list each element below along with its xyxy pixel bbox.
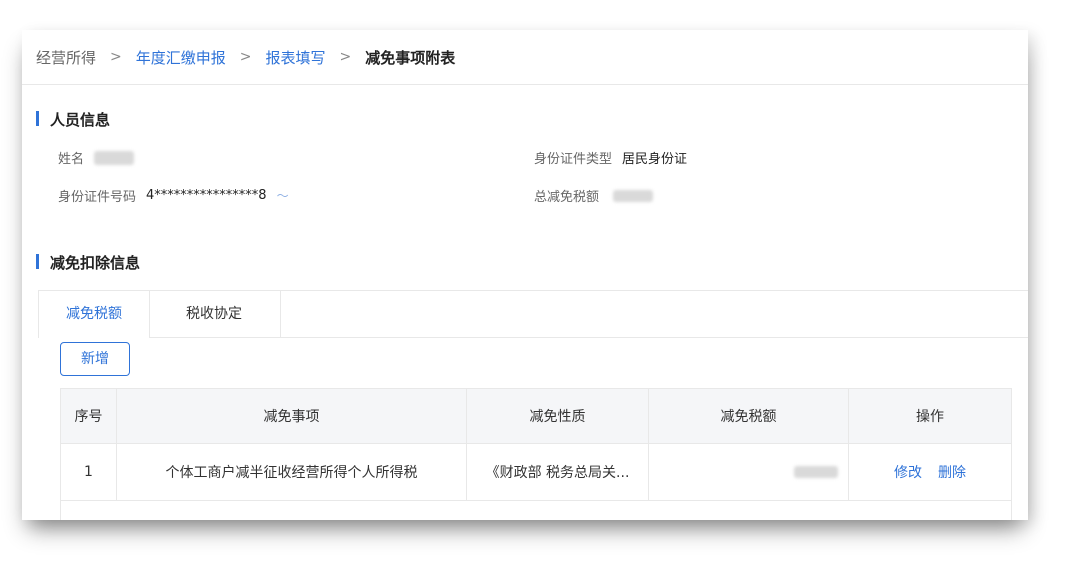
- table-empty-row: [61, 501, 1011, 520]
- id-number-field: 身份证件号码 4****************8 〜: [58, 186, 289, 205]
- cell-item: 个体工商户减半征收经营所得个人所得税: [117, 444, 467, 500]
- add-button[interactable]: 新增: [60, 342, 130, 376]
- column-header-nature: 减免性质: [467, 389, 649, 443]
- reduction-table: 序号 减免事项 减免性质 减免税额 操作 1 个体工商户减半征收经营所得个人所得…: [60, 388, 1012, 520]
- amount-value-blurred: [794, 466, 838, 478]
- breadcrumb-separator: >: [339, 49, 352, 65]
- cell-amount: [649, 444, 849, 500]
- cell-nature: 《财政部 税务总局关...: [467, 444, 649, 500]
- breadcrumb-item-form-fill[interactable]: 报表填写: [266, 47, 326, 68]
- form-card: 经营所得 > 年度汇缴申报 > 报表填写 > 减免事项附表 人员信息 姓名 身份…: [22, 30, 1028, 520]
- section-title-deduction-info: 减免扣除信息: [36, 252, 140, 273]
- column-header-item: 减免事项: [117, 389, 467, 443]
- id-type-label: 身份证件类型: [534, 152, 613, 167]
- total-reduction-label: 总减免税额: [534, 190, 600, 205]
- name-label: 姓名: [58, 152, 85, 167]
- column-header-index: 序号: [61, 389, 117, 443]
- id-number-value: 4****************8: [146, 188, 267, 203]
- breadcrumb: 经营所得 > 年度汇缴申报 > 报表填写 > 减免事项附表: [22, 30, 1028, 85]
- tab-tax-treaty[interactable]: 税收协定: [148, 291, 281, 337]
- tab-reduction-amount[interactable]: 减免税额: [38, 291, 150, 338]
- total-reduction-value-blurred: [613, 189, 654, 202]
- breadcrumb-item-current: 减免事项附表: [365, 48, 456, 67]
- id-type-field: 身份证件类型 居民身份证: [534, 148, 687, 167]
- id-number-label: 身份证件号码: [58, 190, 137, 205]
- breadcrumb-separator: >: [239, 49, 252, 65]
- name-value-blurred: [94, 150, 135, 165]
- delete-link[interactable]: 删除: [938, 462, 966, 482]
- id-type-value: 居民身份证: [622, 152, 688, 167]
- table-header-row: 序号 减免事项 减免性质 减免税额 操作: [61, 389, 1011, 444]
- section-title-personal-info: 人员信息: [36, 109, 110, 130]
- eye-icon[interactable]: 〜: [277, 187, 289, 204]
- name-field: 姓名: [58, 148, 135, 167]
- column-header-actions: 操作: [916, 409, 944, 425]
- column-header-amount: 减免税额: [649, 389, 849, 443]
- breadcrumb-item-business-income[interactable]: 经营所得: [36, 47, 96, 68]
- cell-index: 1: [61, 444, 117, 500]
- total-reduction-field: 总减免税额: [534, 186, 654, 205]
- table-row: 1 个体工商户减半征收经营所得个人所得税 《财政部 税务总局关... 修改 删除: [61, 444, 1011, 501]
- cell-actions: 修改 删除: [849, 444, 1011, 500]
- tab-bar: 减免税额 税收协定: [38, 290, 1028, 338]
- breadcrumb-item-annual-filing[interactable]: 年度汇缴申报: [136, 47, 226, 68]
- breadcrumb-separator: >: [110, 49, 122, 65]
- edit-link[interactable]: 修改: [894, 462, 922, 482]
